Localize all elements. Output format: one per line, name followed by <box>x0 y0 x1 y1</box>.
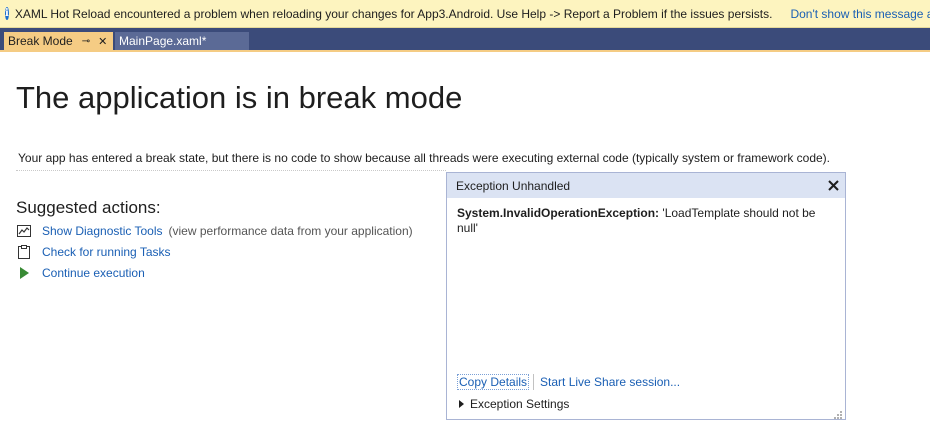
tab-label: MainPage.xaml* <box>119 34 207 48</box>
popup-header: Exception Unhandled <box>447 173 845 198</box>
suggested-actions-heading: Suggested actions: <box>16 198 161 217</box>
action-continue-execution[interactable]: Continue execution <box>16 264 145 282</box>
tab-break-mode[interactable]: Break Mode ⊸ ✕ <box>4 32 113 50</box>
close-icon[interactable]: ✕ <box>98 35 107 48</box>
tab-mainpage-xaml[interactable]: MainPage.xaml* <box>115 32 249 50</box>
show-diagnostic-tools-link[interactable]: Show Diagnostic Tools <box>42 224 163 238</box>
tab-label: Break Mode <box>8 34 73 48</box>
infobar: i XAML Hot Reload encountered a problem … <box>0 0 930 28</box>
divider <box>16 170 446 171</box>
page-title: The application is in break mode <box>16 80 463 115</box>
close-icon[interactable] <box>824 176 842 194</box>
exception-settings-expander[interactable]: Exception Settings <box>457 397 569 411</box>
exception-unhandled-popup: Exception Unhandled System.InvalidOperat… <box>446 172 846 420</box>
check-running-tasks-link[interactable]: Check for running Tasks <box>42 245 171 259</box>
clipboard-icon <box>16 244 32 260</box>
resize-grip-icon[interactable] <box>833 407 843 419</box>
info-icon: i <box>5 7 9 20</box>
dont-show-again-link[interactable]: Don't show this message again <box>790 7 930 21</box>
popup-links: Copy Details Start Live Share session... <box>457 374 680 390</box>
action-show-diagnostic-tools[interactable]: Show Diagnostic Tools (view performance … <box>16 222 413 240</box>
diagnostic-tools-icon <box>16 223 32 239</box>
pin-icon[interactable]: ⊸ <box>82 36 90 47</box>
action-check-running-tasks[interactable]: Check for running Tasks <box>16 243 171 261</box>
break-state-description: Your app has entered a break state, but … <box>18 151 830 165</box>
infobar-message: XAML Hot Reload encountered a problem wh… <box>14 6 773 21</box>
continue-execution-link[interactable]: Continue execution <box>42 266 145 280</box>
exception-type: System.InvalidOperationException: <box>457 206 660 220</box>
popup-title: Exception Unhandled <box>456 178 571 193</box>
start-live-share-link[interactable]: Start Live Share session... <box>540 375 680 389</box>
document-tab-strip: Break Mode ⊸ ✕ MainPage.xaml* <box>0 28 930 52</box>
copy-details-link[interactable]: Copy Details <box>457 374 530 390</box>
expand-triangle-icon <box>459 400 464 408</box>
link-separator <box>533 374 535 390</box>
play-icon <box>16 265 32 281</box>
exception-message: System.InvalidOperationException: 'LoadT… <box>457 206 827 236</box>
exception-settings-label: Exception Settings <box>470 397 570 411</box>
diagnostic-tools-note: (view performance data from your applica… <box>168 224 413 238</box>
